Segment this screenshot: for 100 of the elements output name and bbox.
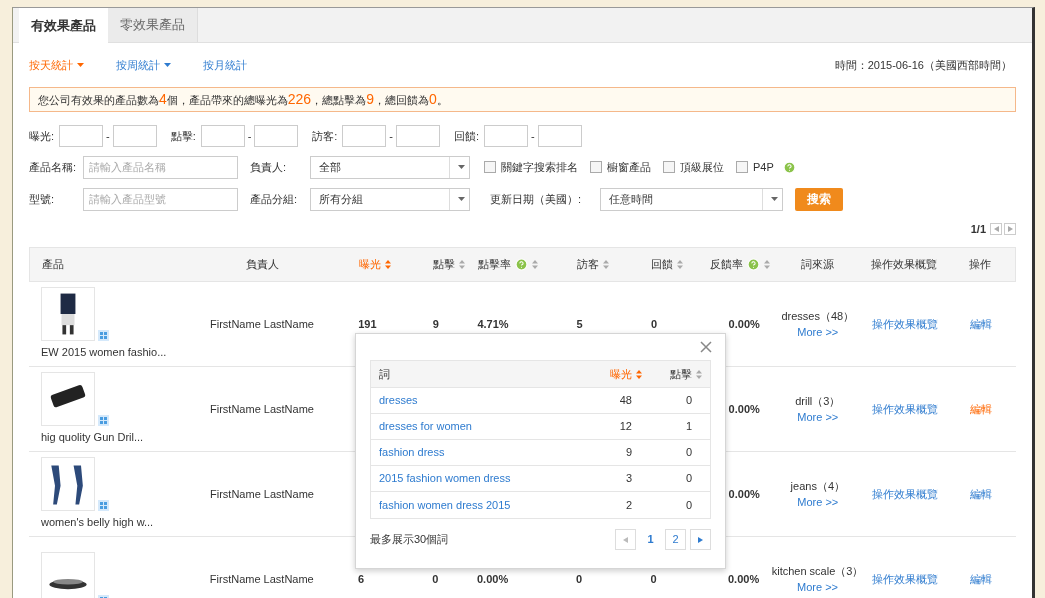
- column-header[interactable]: 曝光: [610, 365, 632, 383]
- keyword-link[interactable]: dresses: [379, 394, 418, 407]
- range-input[interactable]: [200, 125, 245, 147]
- help-icon[interactable]: [514, 258, 528, 271]
- range-input[interactable]: [59, 125, 103, 147]
- dropdown-select[interactable]: 所有分組: [310, 187, 470, 211]
- product-name[interactable]: EW 2015 women fashio...: [41, 344, 178, 361]
- period-link[interactable]: 按天統計: [29, 56, 84, 74]
- range-input[interactable]: [254, 125, 299, 147]
- range-input[interactable]: [537, 125, 582, 147]
- sort-icon[interactable]: [696, 369, 702, 379]
- text-input[interactable]: 請輸入產品型號: [83, 187, 238, 211]
- range-separator: -: [531, 128, 535, 144]
- product-thumbnail[interactable]: [41, 457, 95, 512]
- sort-icon[interactable]: [384, 260, 391, 269]
- column-header[interactable]: 點擊率: [477, 256, 511, 273]
- text-input[interactable]: 請輸入產品名稱: [83, 155, 238, 179]
- sort-icon[interactable]: [764, 260, 771, 269]
- range-input[interactable]: [342, 125, 387, 147]
- table-cell: FirstName LastName: [209, 572, 314, 585]
- edit-link[interactable]: 編輯: [970, 570, 993, 588]
- keyword-link[interactable]: dresses for women: [379, 420, 472, 433]
- right-triangle-icon: [1007, 226, 1013, 232]
- caret-icon: [771, 197, 778, 201]
- column-header[interactable]: 點擊: [670, 365, 692, 383]
- caret-icon: [164, 63, 171, 67]
- overview-link[interactable]: 操作效果概覽: [871, 400, 938, 418]
- column-header[interactable]: 點擊: [432, 256, 455, 273]
- caret-icon: [458, 197, 465, 201]
- table-cell: 0: [651, 317, 658, 330]
- field-label: 產品分組:: [250, 191, 299, 207]
- more-link[interactable]: More >>: [797, 324, 839, 341]
- table-cell: 12: [619, 420, 632, 433]
- product-name[interactable]: hig quolity Gun Dril...: [41, 429, 178, 446]
- next-page-button[interactable]: [690, 529, 711, 550]
- table-cell: 9: [625, 446, 632, 459]
- overview-link[interactable]: 操作效果概覽: [871, 570, 938, 588]
- period-link[interactable]: 按月統計: [203, 56, 247, 74]
- edit-link[interactable]: 編輯: [970, 315, 993, 333]
- range-separator: -: [106, 128, 110, 144]
- range-label: 曝光:: [29, 128, 56, 144]
- product-thumbnail[interactable]: [41, 372, 95, 427]
- help-icon[interactable]: [747, 258, 761, 271]
- prev-page-button[interactable]: [615, 529, 636, 550]
- search-button[interactable]: 搜索: [795, 187, 843, 211]
- range-separator: -: [389, 128, 393, 144]
- field-label: 型號:: [29, 191, 56, 207]
- page-button[interactable]: 2: [665, 529, 686, 550]
- column-header[interactable]: 回饋: [650, 256, 673, 273]
- tab[interactable]: 有效果產品: [19, 8, 108, 43]
- caret-icon: [77, 63, 84, 67]
- table-cell: 4.71%: [477, 317, 509, 330]
- range-input[interactable]: [112, 125, 157, 147]
- keyword-link[interactable]: fashion dress: [379, 446, 445, 459]
- column-header[interactable]: 反饋率: [710, 256, 744, 273]
- table-cell: FirstName LastName: [210, 402, 314, 415]
- range-input[interactable]: [484, 125, 528, 147]
- checkbox[interactable]: [663, 161, 675, 173]
- sort-icon[interactable]: [531, 260, 538, 269]
- checkbox[interactable]: [484, 161, 496, 173]
- overview-link[interactable]: 操作效果概覽: [871, 485, 938, 503]
- close-icon[interactable]: [699, 340, 713, 354]
- sort-icon[interactable]: [676, 260, 683, 269]
- sort-icon[interactable]: [458, 260, 465, 269]
- overview-link[interactable]: 操作效果概覽: [871, 315, 938, 333]
- table-cell: 0.00%: [728, 572, 760, 585]
- help-icon[interactable]: [782, 160, 796, 174]
- more-link[interactable]: More >>: [797, 409, 839, 426]
- period-link[interactable]: 按周統計: [116, 56, 171, 74]
- table-cell: 0: [576, 572, 583, 585]
- tab[interactable]: 零效果產品: [108, 8, 198, 42]
- product-name[interactable]: women's belly high w...: [41, 514, 178, 531]
- page-button[interactable]: 1: [640, 529, 661, 550]
- checkbox[interactable]: [736, 161, 748, 173]
- range-input[interactable]: [396, 125, 440, 147]
- product-thumbnail[interactable]: [41, 552, 95, 598]
- column-header[interactable]: 曝光: [358, 256, 381, 273]
- column-header: 產品: [42, 257, 64, 273]
- table-cell: 0: [685, 498, 692, 511]
- column-header[interactable]: 訪客: [576, 256, 599, 273]
- more-link[interactable]: More >>: [797, 579, 839, 596]
- dropdown-select[interactable]: 全部: [310, 155, 470, 179]
- edit-link[interactable]: 編輯: [970, 485, 993, 503]
- page-count: 1/1: [970, 221, 986, 237]
- next-page-button[interactable]: [1004, 223, 1016, 235]
- keyword-link[interactable]: 2015 fashion women dress: [379, 472, 511, 485]
- sort-icon[interactable]: [602, 260, 609, 269]
- checkbox[interactable]: [590, 161, 602, 173]
- table-cell: 0: [685, 472, 692, 485]
- dropdown-select[interactable]: 任意時間: [600, 187, 783, 211]
- keyword-link[interactable]: fashion women dress 2015: [379, 498, 511, 511]
- table-cell: 5: [576, 317, 583, 330]
- sort-icon[interactable]: [636, 369, 642, 379]
- keyword-source: jeans（4）: [790, 478, 845, 494]
- table-cell: 9: [432, 317, 439, 330]
- table-cell: 0: [685, 394, 692, 407]
- product-thumbnail[interactable]: [41, 287, 95, 342]
- edit-link[interactable]: 編輯: [970, 400, 993, 418]
- prev-page-button[interactable]: [990, 223, 1002, 235]
- more-link[interactable]: More >>: [797, 494, 839, 511]
